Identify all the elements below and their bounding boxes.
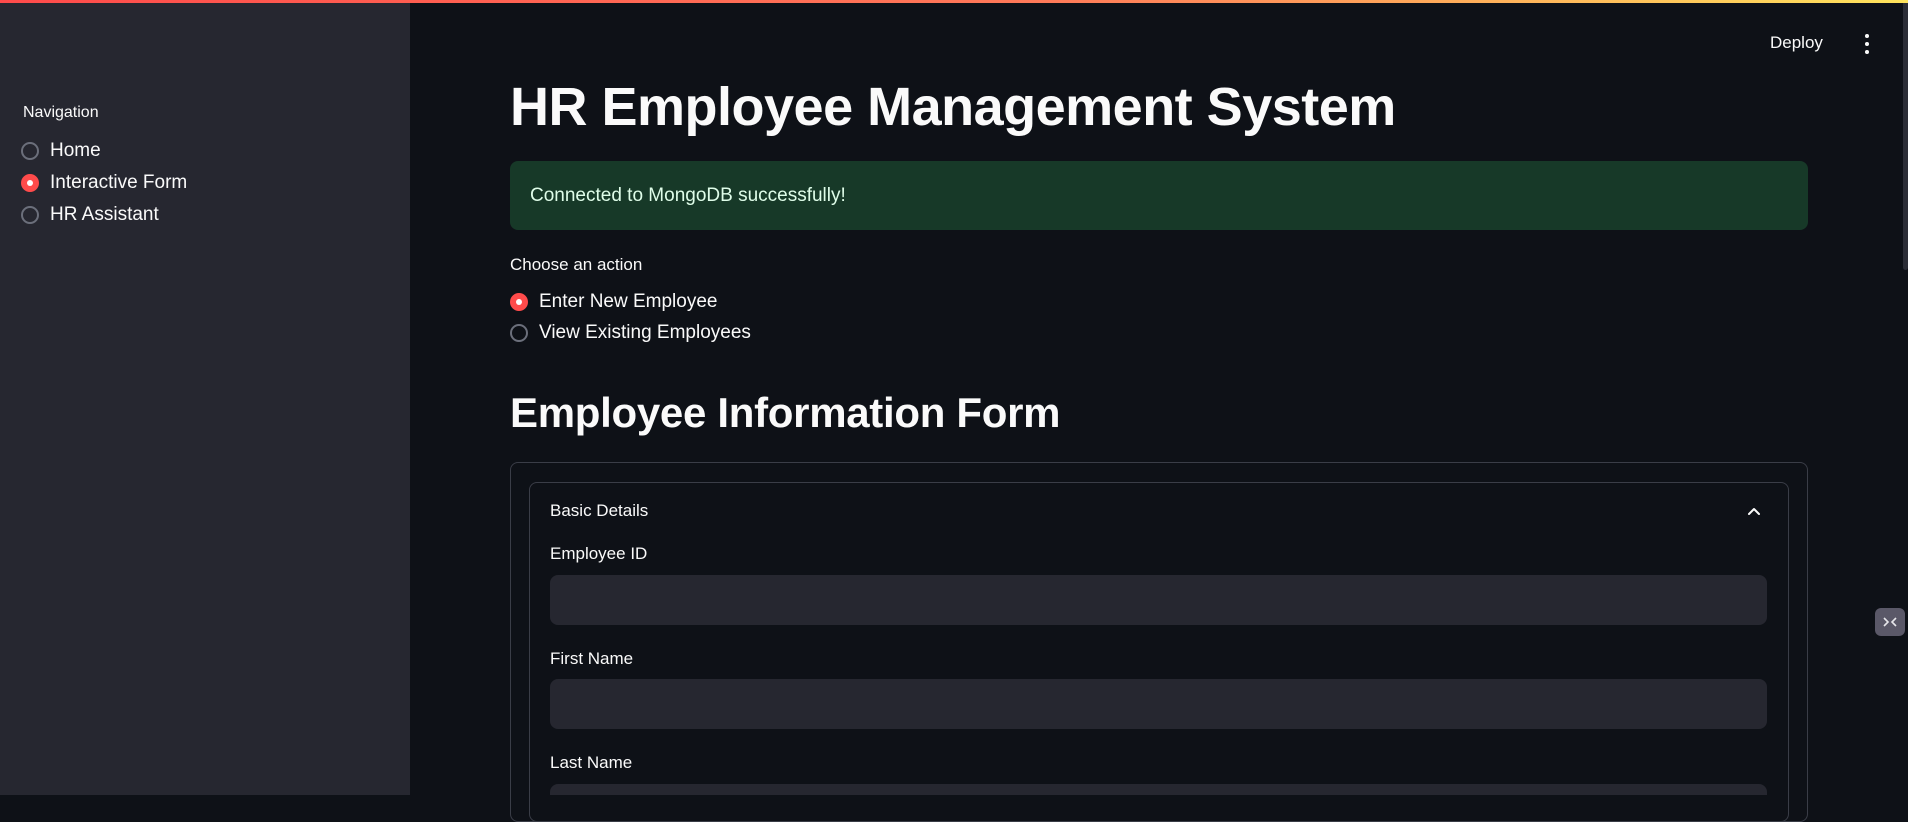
radio-option-label: View Existing Employees <box>539 321 751 343</box>
last-name-label: Last Name <box>550 753 633 772</box>
sidebar-item-hr-assistant[interactable]: HR Assistant <box>21 199 187 231</box>
sidebar-item-interactive-form[interactable]: Interactive Form <box>21 167 187 199</box>
sidebar-item-home[interactable]: Home <box>21 135 187 167</box>
kebab-menu-icon[interactable] <box>1862 34 1872 54</box>
basic-details-expander <box>529 482 1789 822</box>
expander-header[interactable]: Basic Details <box>550 501 648 521</box>
action-radio-label: Choose an action <box>510 255 643 274</box>
page-title: HR Employee Management System <box>510 77 1396 137</box>
sidebar-item-label: Interactive Form <box>50 172 188 193</box>
first-name-input[interactable] <box>550 679 1767 729</box>
side-widget-tab[interactable] <box>1875 608 1905 636</box>
radio-circle-icon <box>21 142 39 160</box>
radio-enter-new-employee[interactable]: Enter New Employee <box>510 286 751 317</box>
action-radio-group: Enter New Employee View Existing Employe… <box>510 286 751 348</box>
sidebar: Navigation Home Interactive Form HR Assi… <box>0 0 410 795</box>
sidebar-nav-label: Navigation <box>23 104 99 121</box>
sidebar-item-label: HR Assistant <box>50 204 159 225</box>
radio-circle-icon <box>21 206 39 224</box>
success-alert: Connected to MongoDB successfully! <box>510 161 1808 230</box>
radio-selected-icon <box>510 292 528 311</box>
first-name-label: First Name <box>550 649 634 668</box>
employee-id-label: Employee ID <box>550 544 648 563</box>
radio-circle-icon <box>510 323 528 342</box>
deploy-button[interactable]: Deploy <box>1770 33 1823 53</box>
form-title: Employee Information Form <box>510 389 1061 436</box>
top-accent-bar <box>0 0 1908 3</box>
code-icon <box>1883 617 1897 627</box>
sidebar-item-label: Home <box>50 140 101 161</box>
chevron-up-icon[interactable] <box>1746 503 1762 519</box>
radio-selected-icon <box>21 174 39 192</box>
success-alert-text: Connected to MongoDB successfully! <box>530 184 846 206</box>
sidebar-nav-radio-group: Home Interactive Form HR Assistant <box>21 135 187 231</box>
last-name-input[interactable] <box>550 784 1767 795</box>
radio-view-existing-employees[interactable]: View Existing Employees <box>510 317 751 348</box>
page-scrollbar[interactable] <box>1903 0 1908 270</box>
radio-option-label: Enter New Employee <box>539 290 718 312</box>
employee-id-input[interactable] <box>550 575 1767 625</box>
